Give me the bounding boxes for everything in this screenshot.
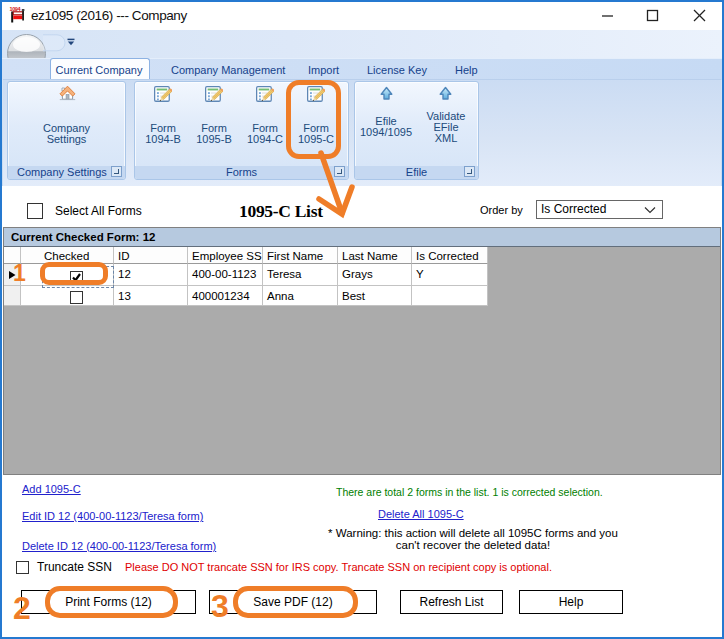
- svg-text:1094: 1094: [10, 6, 22, 12]
